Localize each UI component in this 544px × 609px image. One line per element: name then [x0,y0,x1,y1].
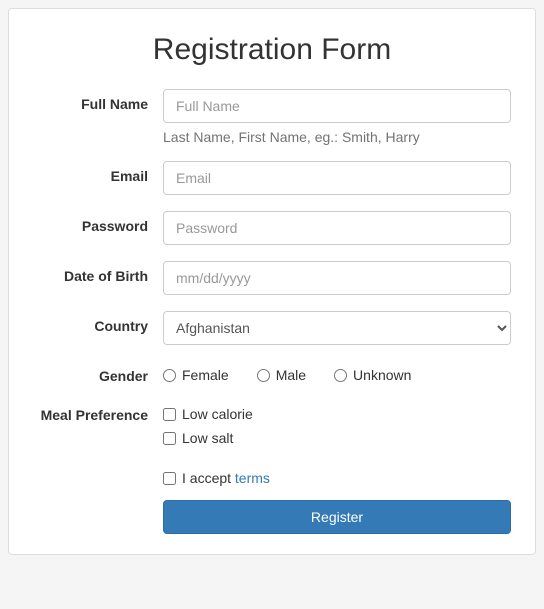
gender-female-label: Female [182,367,229,383]
terms-checkbox[interactable] [163,472,176,485]
row-country: Country Afghanistan [33,311,511,345]
label-full-name: Full Name [33,89,163,112]
meal-low-salt-item[interactable]: Low salt [163,430,511,446]
label-dob: Date of Birth [33,261,163,284]
gender-unknown-label: Unknown [353,367,411,383]
gender-male-label: Male [276,367,306,383]
meal-low-calorie-checkbox[interactable] [163,408,176,421]
full-name-input[interactable] [163,89,511,123]
full-name-help: Last Name, First Name, eg.: Smith, Harry [163,129,511,145]
label-meal: Meal Preference [33,400,163,423]
terms-text: I accept terms [182,470,270,486]
page-title: Registration Form [33,33,511,67]
label-password: Password [33,211,163,234]
row-dob: Date of Birth [33,261,511,295]
label-email: Email [33,161,163,184]
gender-female-radio[interactable] [163,369,176,382]
gender-female-item[interactable]: Female [163,367,229,383]
register-button[interactable]: Register [163,500,511,534]
meal-low-salt-checkbox[interactable] [163,432,176,445]
row-submit: Register [33,500,511,534]
row-password: Password [33,211,511,245]
gender-unknown-item[interactable]: Unknown [334,367,411,383]
country-select[interactable]: Afghanistan [163,311,511,345]
gender-male-item[interactable]: Male [257,367,306,383]
row-gender: Gender Female Male Unknown [33,361,511,384]
label-country: Country [33,311,163,334]
row-terms: I accept terms [33,468,511,486]
email-input[interactable] [163,161,511,195]
terms-item[interactable]: I accept terms [163,470,511,486]
password-input[interactable] [163,211,511,245]
gender-unknown-radio[interactable] [334,369,347,382]
row-email: Email [33,161,511,195]
row-meal: Meal Preference Low calorie Low salt [33,400,511,446]
terms-prefix: I accept [182,470,235,486]
meal-low-salt-label: Low salt [182,430,233,446]
registration-panel: Registration Form Full Name Last Name, F… [8,8,536,555]
row-full-name: Full Name Last Name, First Name, eg.: Sm… [33,89,511,145]
gender-male-radio[interactable] [257,369,270,382]
label-gender: Gender [33,361,163,384]
meal-low-calorie-item[interactable]: Low calorie [163,406,511,422]
dob-input[interactable] [163,261,511,295]
terms-link[interactable]: terms [235,470,270,486]
meal-low-calorie-label: Low calorie [182,406,253,422]
